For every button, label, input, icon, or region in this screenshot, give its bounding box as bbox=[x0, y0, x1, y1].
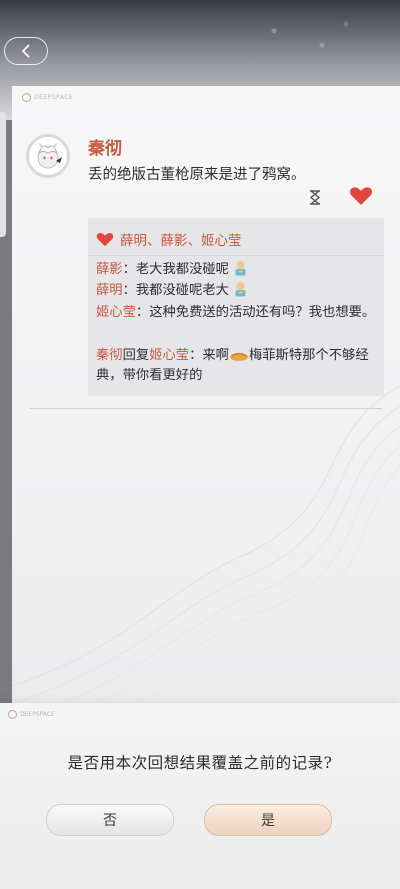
comment-item[interactable]: 薛影：老大我都没碰呢 bbox=[96, 260, 381, 280]
comment-text: 来啊 bbox=[202, 348, 229, 363]
back-chevron-icon bbox=[21, 44, 30, 58]
brand-icon bbox=[8, 710, 17, 719]
separator: ： bbox=[122, 283, 136, 298]
comment-item[interactable]: 秦彻回复姬心莹：来啊 梅菲斯特那个不够经典，带你看更好的 bbox=[96, 346, 381, 386]
heart-icon bbox=[96, 232, 114, 246]
brand-icon bbox=[22, 93, 31, 102]
comment-text: 老大我都没碰呢 bbox=[135, 262, 229, 277]
reply-target[interactable]: 姬心莹 bbox=[149, 348, 189, 363]
section-divider bbox=[30, 408, 382, 409]
dialog-question: 是否用本次回想结果覆盖之前的记录? bbox=[67, 754, 333, 772]
person-emoji-icon bbox=[235, 282, 246, 297]
heart-icon bbox=[349, 187, 373, 205]
poster-name: 秦彻 bbox=[88, 139, 122, 159]
comment-item[interactable]: 薛明：我都没碰呢老大 bbox=[96, 281, 381, 301]
hourglass-icon bbox=[309, 190, 321, 205]
brand-logo: DEEPSPACE bbox=[22, 93, 73, 102]
no-button[interactable]: 否 bbox=[46, 804, 174, 836]
comment-item[interactable]: 姬心莹：这种免费送的活动还有吗？我也想要。 bbox=[96, 303, 381, 323]
like-button[interactable] bbox=[349, 186, 373, 210]
likes-row: 薛明、薛影、姬心莹 bbox=[96, 229, 242, 249]
timer-button[interactable] bbox=[309, 190, 321, 209]
comment-box: 薛明、薛影、姬心莹 薛影：老大我都没碰呢 薛明：我都没碰呢老大 姬心莹：这种免费… bbox=[88, 218, 384, 396]
comment-author[interactable]: 姬心莹 bbox=[96, 305, 136, 320]
brand-text: DEEPSPACE bbox=[20, 711, 55, 718]
separator: ： bbox=[189, 348, 203, 363]
moment-card: DEEPSPACE 秦彻 丢的绝版古董枪原来是进了鸦窝。 薛明、薛影、姬心莹 薛… bbox=[12, 86, 400, 726]
gift-emoji-icon bbox=[229, 352, 248, 361]
dialog-brand-logo: DEEPSPACE bbox=[8, 710, 55, 719]
separator: ： bbox=[135, 305, 150, 320]
post-text: 丢的绝版古董枪原来是进了鸦窝。 bbox=[88, 167, 306, 183]
reply-word: 回复 bbox=[122, 348, 150, 363]
comment-author[interactable]: 薛影 bbox=[96, 262, 123, 277]
comment-text: 这种免费送的活动还有吗？我也想要。 bbox=[149, 305, 376, 320]
avatar[interactable] bbox=[26, 134, 70, 178]
comment-author[interactable]: 秦彻 bbox=[96, 348, 123, 363]
comment-text: 我都没碰呢老大 bbox=[135, 283, 229, 298]
likers-list: 薛明、薛影、姬心莹 bbox=[120, 233, 242, 249]
yes-button[interactable]: 是 bbox=[204, 804, 332, 836]
separator: ： bbox=[122, 262, 136, 277]
avatar-icon bbox=[37, 142, 62, 169]
person-emoji-icon bbox=[235, 261, 246, 276]
background-lights bbox=[250, 10, 370, 80]
back-button[interactable] bbox=[4, 37, 48, 65]
brand-text: DEEPSPACE bbox=[34, 94, 74, 101]
confirm-dialog: DEEPSPACE 是否用本次回想结果覆盖之前的记录? 否 是 bbox=[0, 703, 400, 889]
likes-divider bbox=[88, 255, 384, 256]
side-handle[interactable] bbox=[0, 112, 6, 237]
comment-author[interactable]: 薛明 bbox=[96, 283, 123, 298]
